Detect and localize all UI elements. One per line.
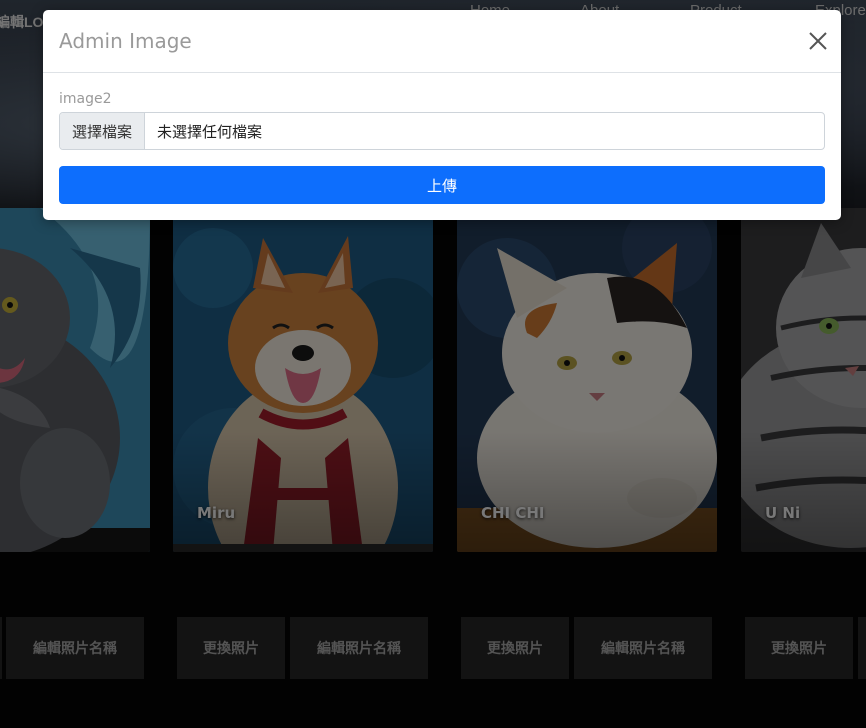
upload-button[interactable]: 上傳: [59, 166, 825, 204]
choose-file-button[interactable]: 選擇檔案: [60, 113, 146, 149]
close-button[interactable]: [807, 30, 829, 52]
modal-title: Admin Image: [59, 29, 192, 53]
admin-image-modal: Admin Image image2 選擇檔案 未選擇任何檔案 上傳: [43, 10, 841, 220]
file-status-text: 未選擇任何檔案: [157, 123, 263, 141]
image-field-label: image2: [59, 91, 112, 107]
file-input[interactable]: 選擇檔案 未選擇任何檔案: [59, 112, 825, 150]
close-icon: [809, 32, 827, 50]
modal-header: Admin Image: [43, 10, 841, 73]
